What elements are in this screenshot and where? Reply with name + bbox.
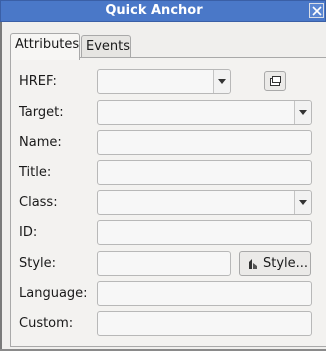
name-label: Name:	[19, 135, 62, 150]
language-field[interactable]	[97, 281, 312, 306]
dropdown-arrow-icon	[218, 79, 226, 84]
dropdown-arrow-icon	[299, 200, 307, 205]
target-combobox[interactable]	[97, 100, 312, 125]
class-label: Class:	[19, 195, 58, 210]
dropdown-arrow-icon	[299, 110, 307, 115]
custom-field[interactable]	[97, 311, 312, 336]
window-titlebar: Quick Anchor	[0, 0, 326, 22]
style-button-label: Style...	[263, 256, 309, 271]
target-dropdown-button[interactable]	[294, 101, 311, 124]
class-combobox[interactable]	[97, 190, 312, 215]
id-label: ID:	[19, 225, 38, 240]
href-combobox[interactable]	[97, 69, 231, 94]
href-label: HREF:	[19, 74, 57, 89]
language-label: Language:	[19, 286, 88, 301]
tab-attributes-label: Attributes	[15, 37, 80, 52]
style-button[interactable]: Style...	[239, 251, 311, 276]
id-field[interactable]	[97, 220, 312, 245]
style-brush-icon	[249, 259, 257, 269]
title-label: Title:	[19, 165, 52, 180]
custom-label: Custom:	[19, 316, 74, 331]
window-title: Quick Anchor	[105, 3, 203, 18]
tab-events[interactable]: Events	[81, 35, 131, 59]
tab-attributes[interactable]: Attributes	[10, 33, 80, 60]
style-label: Style:	[19, 256, 57, 271]
target-label: Target:	[19, 105, 64, 120]
title-field[interactable]	[97, 160, 312, 185]
folder-icon	[270, 76, 281, 86]
close-button[interactable]	[309, 3, 324, 18]
style-field[interactable]	[97, 251, 231, 276]
href-dropdown-button[interactable]	[213, 70, 230, 93]
name-field[interactable]	[97, 130, 312, 155]
tab-events-label: Events	[86, 39, 131, 54]
window-frame-left	[0, 22, 2, 351]
class-dropdown-button[interactable]	[294, 191, 311, 214]
close-icon	[312, 6, 322, 16]
browse-button[interactable]	[264, 71, 286, 91]
